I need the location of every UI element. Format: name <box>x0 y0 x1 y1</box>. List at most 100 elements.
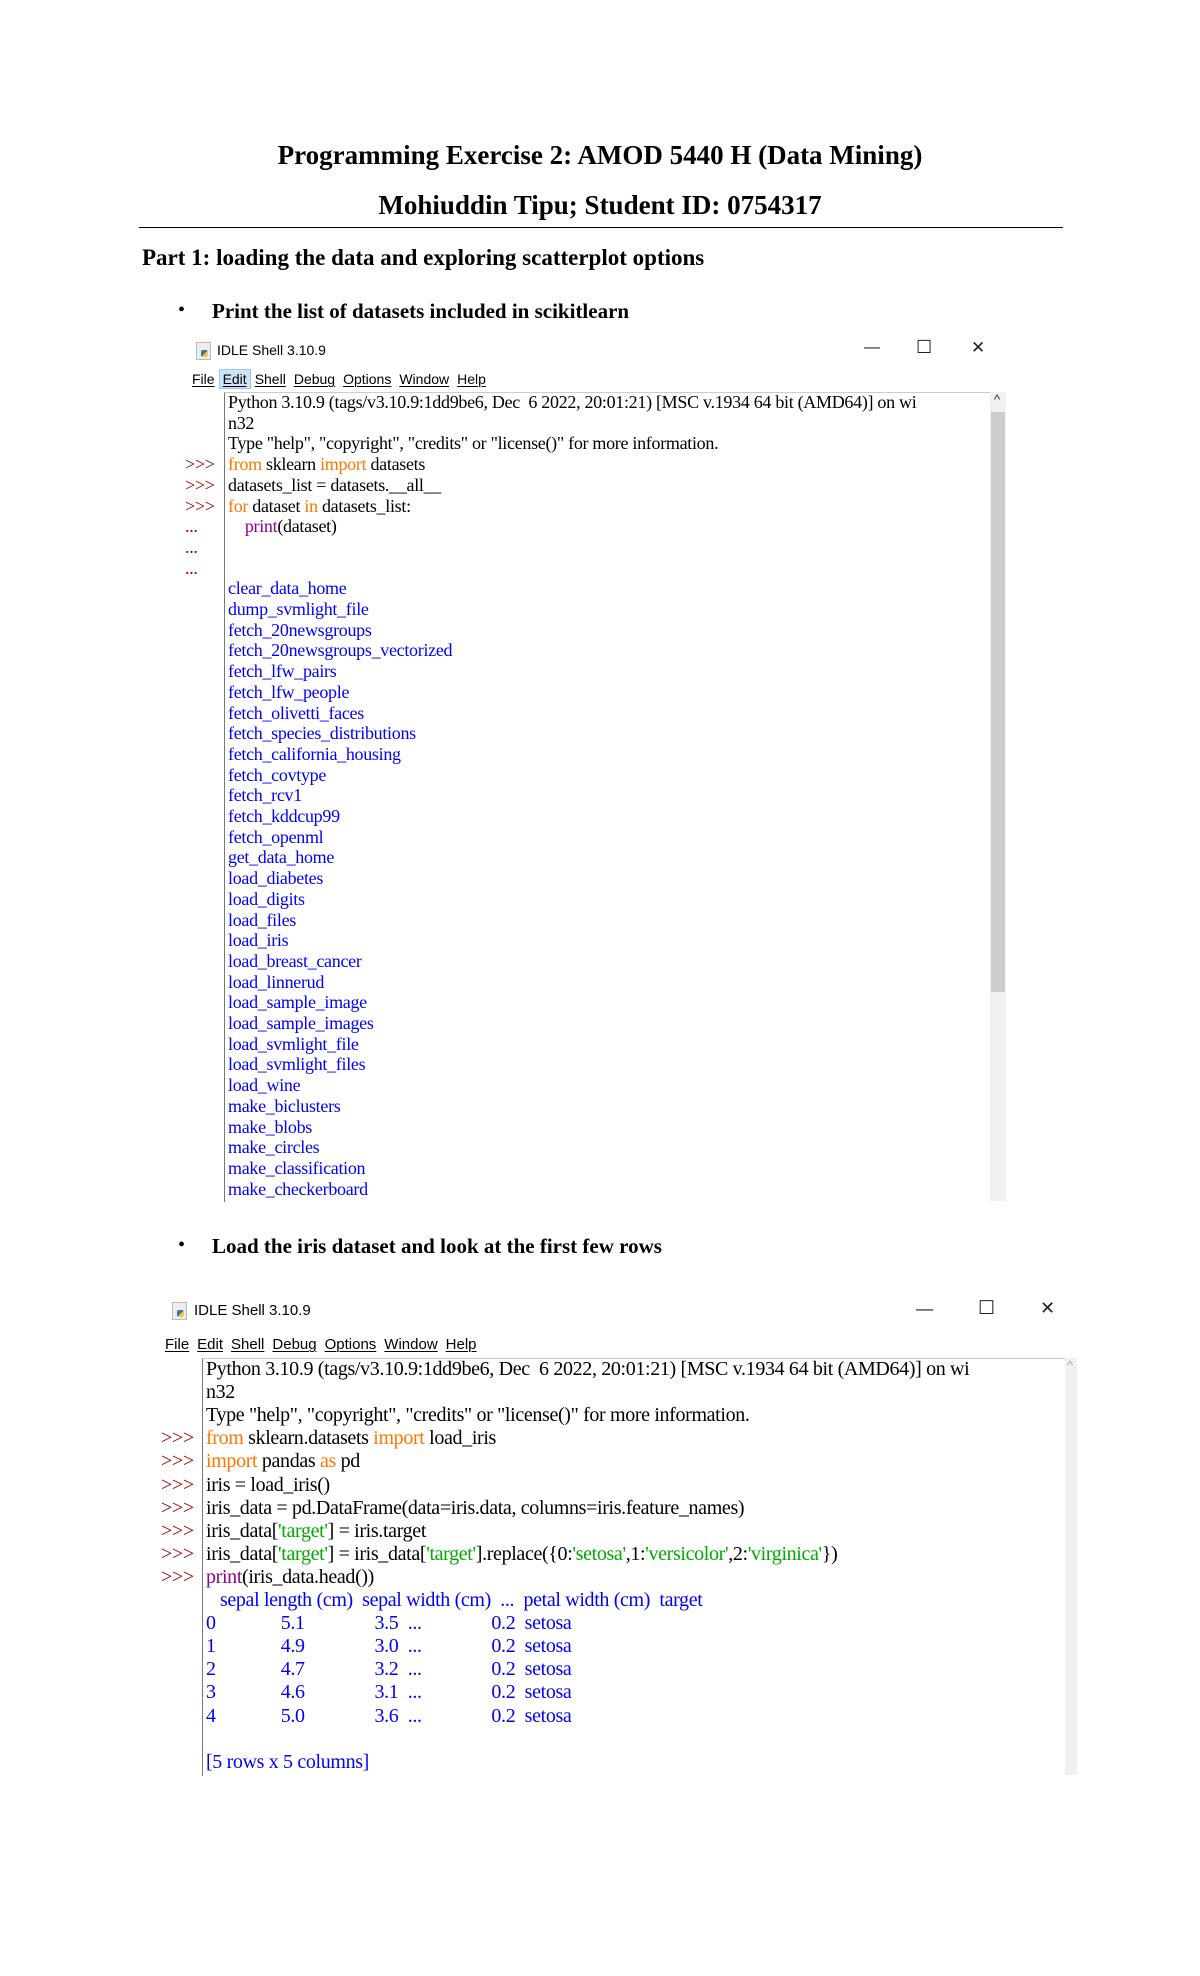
shell-line: from sklearn.datasets import load_iris <box>206 1427 496 1450</box>
minimize-button[interactable]: — <box>916 1299 933 1319</box>
maximize-button[interactable]: ☐ <box>916 337 932 358</box>
menu-help[interactable]: Help <box>453 369 490 389</box>
menu-window[interactable]: Window <box>380 1334 441 1355</box>
output-text: fetch_openml <box>228 826 324 847</box>
shell-line: fetch_species_distributions <box>228 723 416 744</box>
code-text: }) <box>821 1542 838 1565</box>
close-button[interactable]: ✕ <box>1040 1298 1055 1319</box>
shell-line: 2 4.7 3.2 ... 0.2 setosa <box>206 1658 572 1681</box>
shell-prompt: >>> <box>161 1565 194 1588</box>
maximize-button[interactable]: ☐ <box>978 1297 995 1320</box>
keyword-token: import <box>320 454 367 475</box>
shell-prompt: >>> <box>161 1496 194 1519</box>
shell-line: load_sample_image <box>228 992 367 1013</box>
code-text: datasets_list = datasets.__all__ <box>228 474 442 495</box>
shell-line: fetch_california_housing <box>228 744 401 765</box>
shell-prompt: >>> <box>185 454 215 475</box>
code-text: (iris_data.head()) <box>242 1565 374 1588</box>
output-text: make_checkerboard <box>228 1178 368 1199</box>
output-text: fetch_lfw_pairs <box>228 661 337 682</box>
keyword-token: import <box>206 1450 258 1473</box>
output-text: make_circles <box>228 1137 320 1158</box>
shell-line: make_circles <box>228 1137 320 1158</box>
code-text: (dataset) <box>277 516 337 537</box>
shell-prompt: ... <box>185 536 198 557</box>
menu-help[interactable]: Help <box>442 1334 481 1355</box>
shell-line: fetch_covtype <box>228 765 326 786</box>
code-text: Python 3.10.9 (tags/v3.10.9:1dd9be6, Dec… <box>228 392 917 412</box>
menu-debug[interactable]: Debug <box>290 369 339 389</box>
shell-output: Python 3.10.9 (tags/v3.10.9:1dd9be6, Dec… <box>160 1358 1065 1775</box>
code-text: n32 <box>206 1381 235 1404</box>
output-text: load_linnerud <box>228 971 325 992</box>
menu-edit[interactable]: Edit <box>218 369 251 389</box>
code-text: pd <box>335 1450 361 1473</box>
scroll-up-arrow-icon[interactable]: ^ <box>994 392 1000 407</box>
shell-line: load_breast_cancer <box>228 951 362 972</box>
shell-line: make_classification <box>228 1157 366 1179</box>
keyword-token: in <box>304 495 318 516</box>
code-text: Python 3.10.9 (tags/v3.10.9:1dd9be6, Dec… <box>206 1358 970 1380</box>
menu-edit[interactable]: Edit <box>193 1334 227 1355</box>
shell-line: make_checkerboard <box>228 1179 368 1200</box>
scrollbar-thumb[interactable] <box>991 412 1005 992</box>
shell-line: load_svmlight_files <box>228 1054 366 1075</box>
shell-line: iris_data = pd.DataFrame(data=iris.data,… <box>206 1497 745 1520</box>
code-text: sklearn.datasets <box>243 1427 374 1450</box>
shell-line: load_sample_images <box>228 1013 374 1034</box>
menu-options[interactable]: Options <box>339 369 395 389</box>
shell-line: make_biclusters <box>228 1096 341 1117</box>
part1-heading: Part 1: loading the data and exploring s… <box>142 245 705 270</box>
code-text: iris_data[ <box>206 1519 279 1542</box>
output-text: load_files <box>228 909 296 930</box>
menu-debug[interactable]: Debug <box>268 1334 320 1355</box>
shell-line: get_data_home <box>228 847 334 868</box>
code-text: ] = iris.target <box>327 1519 427 1542</box>
menu-shell[interactable]: Shell <box>227 1334 268 1355</box>
header-divider <box>139 227 1063 228</box>
shell-line: sepal length (cm) sepal width (cm) ... p… <box>206 1589 703 1612</box>
menu-file[interactable]: File <box>188 369 219 389</box>
shell-line: n32 <box>228 413 254 434</box>
shell-line: 4 5.0 3.6 ... 0.2 setosa <box>206 1705 572 1728</box>
shell-line: fetch_lfw_people <box>228 682 349 703</box>
shell-line: load_iris <box>228 930 289 951</box>
output-text: fetch_20newsgroups_vectorized <box>228 640 453 661</box>
vertical-scrollbar[interactable]: ^ <box>990 392 1006 1201</box>
code-text: ,1: <box>625 1542 646 1565</box>
shell-line: fetch_kddcup99 <box>228 806 340 827</box>
close-button[interactable]: ✕ <box>971 338 985 358</box>
shell-line: load_wine <box>228 1075 301 1096</box>
minimize-button[interactable]: — <box>864 339 880 357</box>
output-text: sepal length (cm) sepal width (cm) ... p… <box>206 1589 703 1611</box>
shell-line: load_files <box>228 910 296 931</box>
code-text: datasets_list: <box>317 495 411 516</box>
vertical-scrollbar[interactable]: ^ <box>1065 1358 1077 1775</box>
code-text: ] = iris_data[ <box>327 1542 427 1565</box>
shell-line: import pandas as pd <box>206 1450 360 1473</box>
keyword-token: from <box>228 454 262 475</box>
shell-line: print(dataset) <box>228 516 337 537</box>
menu-options[interactable]: Options <box>321 1334 381 1355</box>
shell-line: load_diabetes <box>228 868 323 889</box>
code-text: n32 <box>228 412 255 433</box>
shell-line: fetch_20newsgroups_vectorized <box>228 640 453 661</box>
shell-line: fetch_openml <box>228 826 324 848</box>
menu-bar: File Edit Shell Debug Options Window Help <box>161 1334 481 1355</box>
output-text: fetch_california_housing <box>228 743 401 764</box>
output-text: fetch_20newsgroups <box>228 619 372 640</box>
code-text: ,2: <box>728 1542 748 1565</box>
code-text: Type "help", "copyright", "credits" or "… <box>228 433 719 454</box>
shell-line: iris = load_iris() <box>206 1474 330 1497</box>
keyword-token: import <box>373 1427 425 1450</box>
shell-prompt: >>> <box>161 1450 194 1473</box>
output-text: load_digits <box>228 888 305 909</box>
menu-window[interactable]: Window <box>395 369 453 389</box>
menu-file[interactable]: File <box>161 1334 193 1355</box>
menu-shell[interactable]: Shell <box>251 369 290 389</box>
shell-line: datasets_list = datasets.__all__ <box>228 475 441 496</box>
output-text: 1 4.9 3.0 ... 0.2 setosa <box>206 1635 572 1658</box>
shell-line: Type "help", "copyright", "credits" or "… <box>206 1404 750 1427</box>
scroll-up-arrow-icon[interactable]: ^ <box>1067 1358 1073 1373</box>
output-text: make_classification <box>228 1157 366 1178</box>
